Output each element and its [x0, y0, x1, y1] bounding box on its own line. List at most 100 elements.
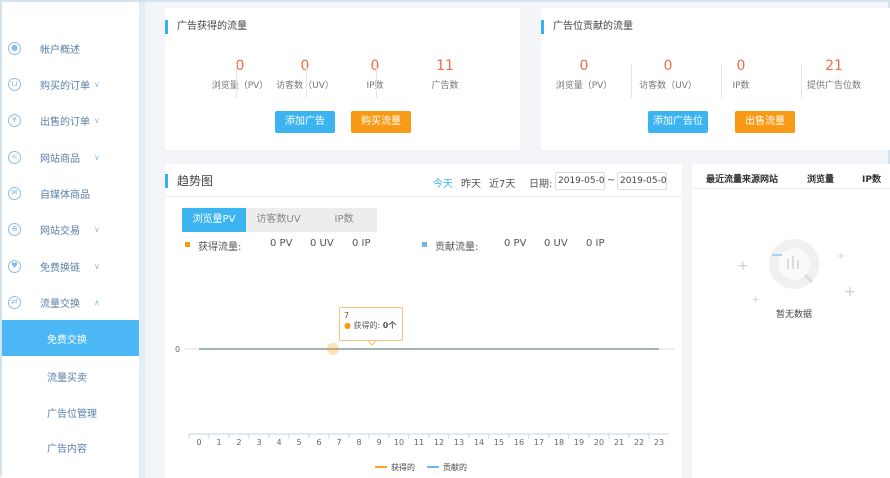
traffic-button[interactable]: 购买流量: [351, 111, 411, 133]
sidebar-item[interactable]: ● 帐户概述: [2, 30, 139, 66]
x-tick-label: 10: [394, 438, 404, 447]
x-tick-label: 2: [236, 438, 241, 447]
stat-item: 21 提供广告位数: [791, 58, 877, 91]
link-icon: ♥: [8, 259, 21, 273]
x-tick-label: 0: [196, 438, 201, 447]
chevron-icon: ∧: [94, 297, 100, 307]
x-tick-label: 4: [276, 438, 281, 447]
sidebar-item[interactable]: ⊕ 网站交易 ∨: [2, 211, 139, 247]
stat-label: 浏览量（PV）: [555, 81, 613, 91]
card-title: 广告获得的流量: [165, 20, 247, 34]
stat-value: 11: [436, 58, 454, 74]
add-button[interactable]: 添加广告: [275, 111, 335, 133]
stat-label: IP数: [732, 81, 750, 91]
legend-label: 贡献的: [443, 462, 467, 472]
legend-label: 获得的: [391, 462, 415, 472]
x-tick-label: 16: [514, 438, 524, 447]
stat-label: 提供广告位数: [806, 81, 861, 91]
col-source-site: 最近流量来源网站: [706, 175, 779, 185]
x-tick-label: 20: [594, 438, 604, 447]
x-tick-label: 1: [216, 438, 221, 447]
chevron-icon: ∨: [94, 224, 100, 234]
empty-state-text: 暂无数据: [776, 310, 813, 320]
x-tick-label: 6: [316, 438, 321, 447]
sidebar-item-label: 免费交换: [47, 334, 87, 346]
svg-text:+: +: [737, 258, 749, 274]
traffic-sources-card: 最近流量来源网站 浏览量 IP数 + + + + 暂无数据: [692, 164, 890, 478]
x-tick-label: 13: [454, 438, 464, 447]
stat-value: 0: [736, 58, 746, 74]
col-ip: IP数: [862, 175, 881, 185]
y-tick-label: 0: [175, 345, 180, 354]
divider: [692, 188, 890, 189]
sidebar-item[interactable]: 免费交换: [2, 320, 139, 356]
tooltip-arrow: [367, 340, 377, 346]
cart-icon: ⊔: [8, 77, 21, 91]
col-pageviews: 浏览量: [807, 175, 835, 185]
svg-text:+: +: [844, 284, 856, 300]
x-tick-label: 3: [256, 438, 261, 447]
x-tick-label: 12: [434, 438, 444, 447]
exchange-icon: ⇄: [8, 295, 21, 309]
sidebar-item-label: 广告位管理: [47, 408, 97, 420]
sidebar-item[interactable]: < 网站商品 ∨: [2, 139, 139, 175]
sidebar-item-label: 帐户概述: [40, 44, 80, 56]
mail-icon: ✉: [8, 186, 21, 200]
x-tick-label: 8: [356, 438, 361, 447]
sidebar-item[interactable]: 流量买卖: [2, 358, 139, 394]
add-button[interactable]: 添加广告位: [648, 111, 708, 133]
sidebar-item-label: 流量交换: [40, 298, 80, 310]
empty-search-icon: + + + +: [737, 239, 856, 305]
share-icon: <: [8, 150, 21, 164]
card-title: 广告位贡献的流量: [541, 20, 633, 34]
trend-card: 趋势图 今天 昨天 近7天 日期: 2019-05-09 ~ 2019-05-0…: [165, 164, 682, 478]
x-tick-label: 11: [414, 438, 424, 447]
x-tick-label: 15: [494, 438, 504, 447]
hover-point: [327, 343, 339, 355]
adslot-traffic-card: 广告位贡献的流量 0 浏览量（PV） 0 访客数（UV） 0 IP数 21 提供广告位数 添加广…: [541, 8, 890, 150]
stat-item: 11 广告数: [402, 58, 488, 91]
sidebar-item[interactable]: ⇄ 流量交换 ∧: [2, 284, 139, 320]
divider: [721, 64, 722, 98]
tooltip-x: 7: [344, 311, 350, 320]
chevron-icon: ∨: [94, 261, 100, 271]
sidebar-item[interactable]: ¥ 出售的订单 ∨: [2, 102, 139, 138]
sidebar-item[interactable]: ♥ 免费换链 ∨: [2, 248, 139, 284]
tooltip-value: 0个: [382, 321, 397, 330]
stat-value: 0: [579, 58, 589, 74]
sidebar-item-label: 流量买卖: [47, 372, 87, 384]
x-tick-label: 17: [534, 438, 544, 447]
sidebar-item[interactable]: ✉ 自媒体商品: [2, 175, 139, 211]
sidebar-item[interactable]: ⊔ 购买的订单 ∨: [2, 66, 139, 102]
chevron-icon: ∨: [94, 115, 100, 125]
sidebar-item[interactable]: 广告内容: [2, 429, 139, 465]
divider: [236, 64, 237, 98]
tooltip-dot-icon: ●: [344, 321, 351, 330]
yen-icon: ¥: [8, 113, 21, 127]
traffic-button[interactable]: 出售流量: [735, 111, 795, 133]
sidebar-item-label: 购买的订单: [40, 80, 90, 92]
sidebar-item[interactable]: 广告位管理: [2, 394, 139, 430]
divider: [306, 64, 307, 98]
sidebar-item-label: 自媒体商品: [40, 189, 90, 201]
divider: [631, 64, 632, 98]
stat-item: 0 浏览量（PV）: [541, 58, 627, 91]
x-tick-label: 22: [634, 438, 644, 447]
divider: [801, 64, 802, 98]
trend-chart: 00 1 2 3 4 5 6 7 8 9 10 11 12 13 14 15 16 17 18 19 20 21 22 23获…: [175, 340, 675, 472]
svg-text:+: +: [752, 295, 760, 305]
sidebar-item-label: 广告内容: [47, 443, 87, 455]
sidebar-item-label: 网站商品: [40, 153, 80, 165]
user-icon: ●: [8, 41, 21, 55]
stat-item: 0 IP数: [698, 58, 784, 91]
x-tick-label: 19: [574, 438, 584, 447]
sidebar-item-label: 出售的订单: [40, 116, 90, 128]
stat-label: 广告数: [431, 81, 459, 91]
svg-text:+: +: [837, 251, 845, 262]
x-tick-label: 9: [376, 438, 381, 447]
stat-value: 21: [825, 58, 843, 74]
x-tick-label: 14: [474, 438, 484, 447]
divider: [376, 64, 377, 98]
chevron-icon: ∨: [94, 152, 100, 162]
x-tick-label: 21: [614, 438, 624, 447]
